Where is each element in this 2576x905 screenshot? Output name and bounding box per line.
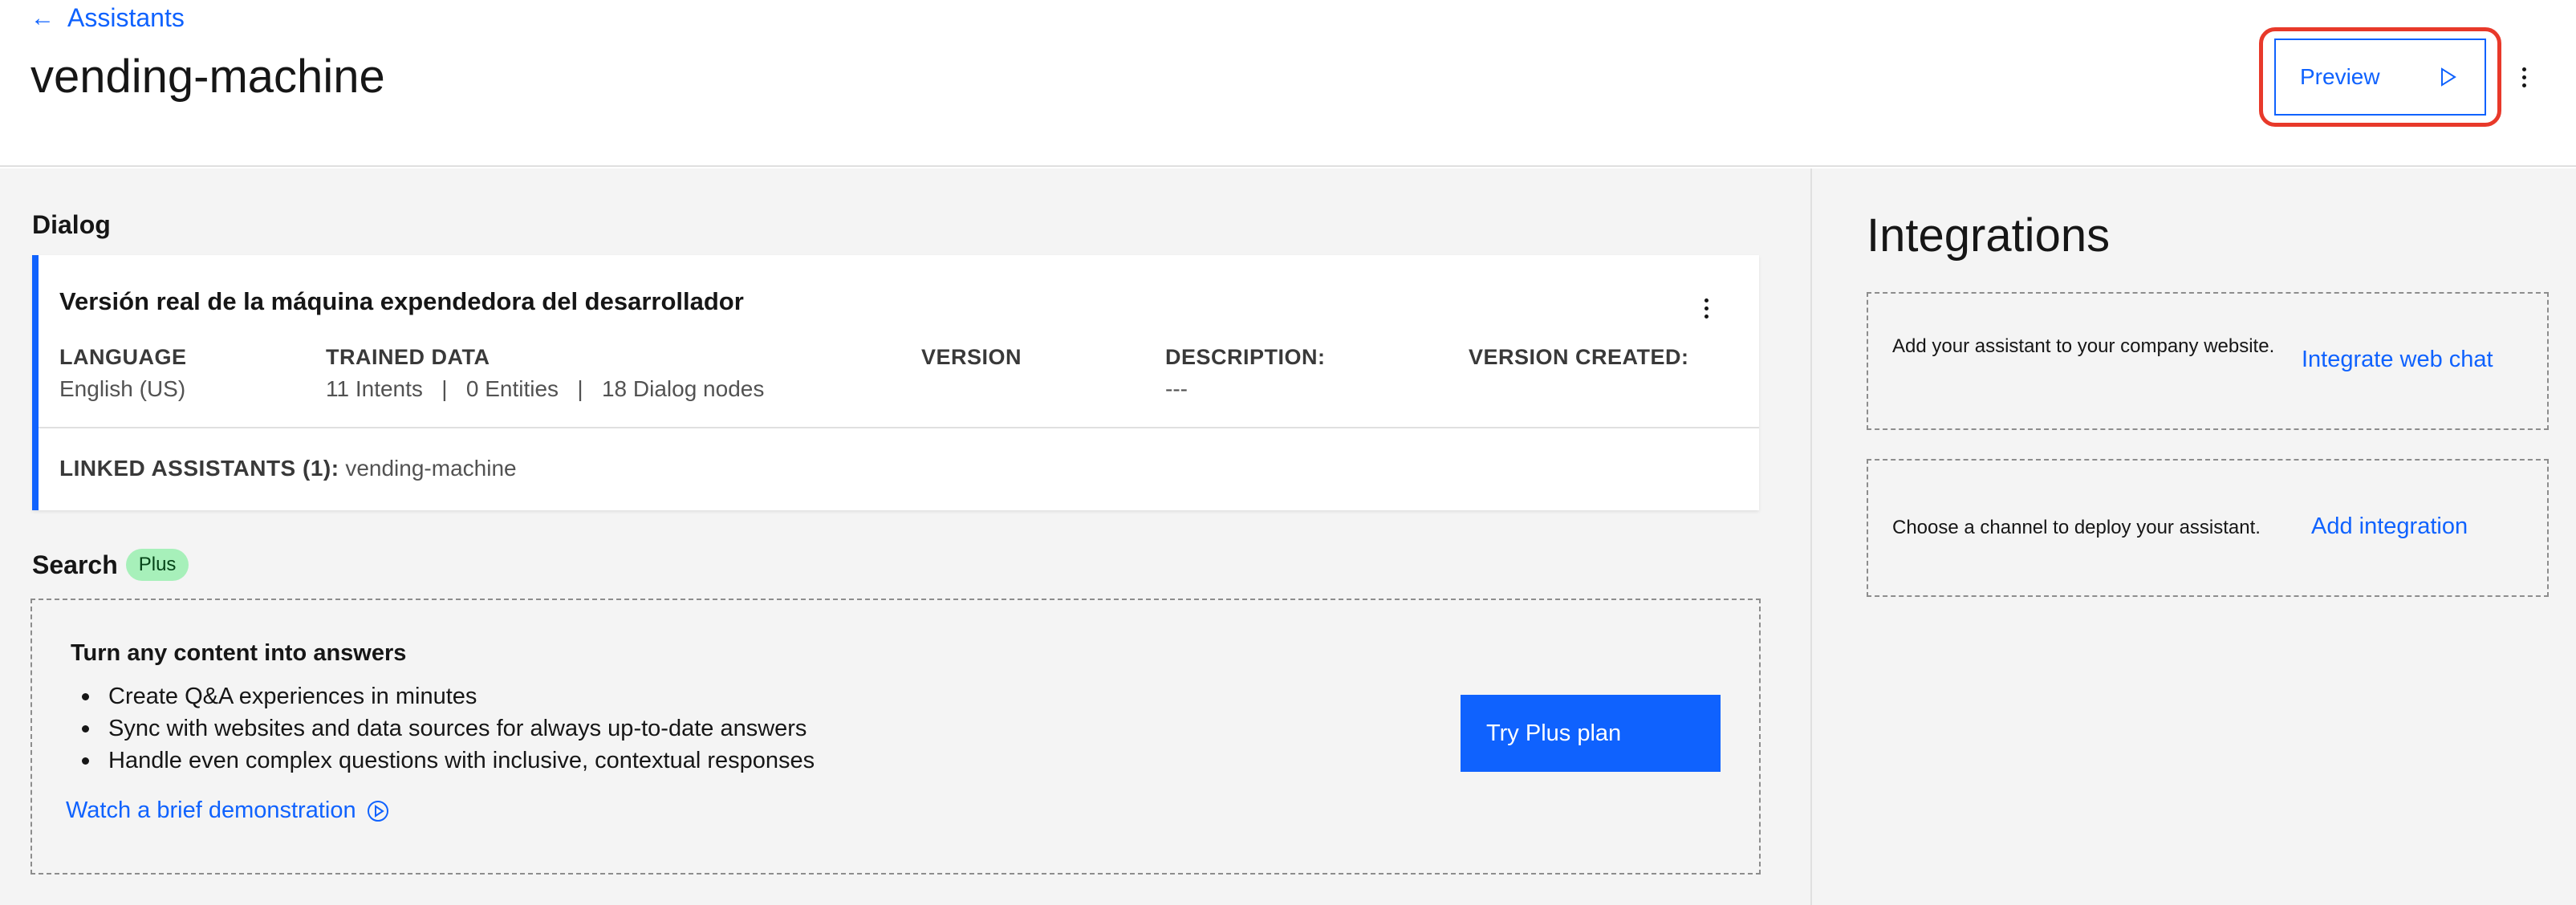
- trained-data-column: TRAINED DATA 11 Intents | 0 Entities | 1…: [326, 345, 764, 402]
- play-circle-icon: [367, 800, 388, 822]
- language-label: LANGUAGE: [59, 345, 187, 369]
- description-label: DESCRIPTION:: [1165, 345, 1326, 369]
- search-upsell-box: Turn any content into answers Create Q&A…: [30, 599, 1761, 875]
- preview-button-label: Preview: [2300, 64, 2380, 89]
- try-plus-plan-button[interactable]: Try Plus plan: [1461, 695, 1721, 772]
- language-value: English (US): [59, 376, 186, 401]
- linked-assistants: LINKED ASSISTANTS (1): vending-machine: [59, 456, 517, 481]
- list-item: Create Q&A experiences in minutes: [82, 680, 815, 712]
- main-content: Dialog Versión real de la máquina expend…: [0, 168, 1810, 905]
- page-header: ← Assistants vending-machine Preview: [0, 0, 2576, 167]
- dialog-card[interactable]: Versión real de la máquina expendedora d…: [32, 255, 1759, 510]
- plus-badge: Plus: [125, 549, 189, 581]
- arrow-left-icon: ←: [30, 4, 55, 31]
- search-benefits-list: Create Q&A experiences in minutes Sync w…: [82, 680, 815, 777]
- version-created-label: VERSION CREATED:: [1469, 345, 1689, 369]
- watch-demo-link[interactable]: Watch a brief demonstration: [66, 797, 390, 824]
- list-item: Sync with websites and data sources for …: [82, 712, 815, 745]
- back-to-assistants-link[interactable]: ← Assistants: [30, 3, 185, 33]
- back-link-label: Assistants: [67, 3, 185, 32]
- dialog-name: Versión real de la máquina expendedora d…: [59, 287, 744, 315]
- integrate-web-chat-link[interactable]: Integrate web chat: [2302, 347, 2493, 373]
- play-icon: [2441, 67, 2456, 87]
- description-column: DESCRIPTION: ---: [1165, 345, 1326, 402]
- search-section-header: Search Plus: [32, 549, 189, 581]
- overflow-menu-icon[interactable]: [1698, 292, 1714, 324]
- channel-description: Choose a channel to deploy your assistan…: [1892, 517, 2261, 538]
- channel-integration-card: Choose a channel to deploy your assistan…: [1867, 459, 2549, 597]
- search-headline: Turn any content into answers: [71, 640, 407, 666]
- web-chat-integration-card: Add your assistant to your company websi…: [1867, 292, 2549, 430]
- watch-demo-label: Watch a brief demonstration: [66, 797, 356, 823]
- web-chat-description: Add your assistant to your company websi…: [1892, 335, 2275, 357]
- overflow-menu-icon[interactable]: [2510, 59, 2537, 95]
- add-integration-link[interactable]: Add integration: [2311, 513, 2468, 540]
- version-column: VERSION: [921, 345, 1022, 376]
- search-section-title: Search: [32, 550, 118, 579]
- dialog-section-title: Dialog: [32, 210, 111, 239]
- list-item: Handle even complex questions with inclu…: [82, 745, 815, 777]
- description-value: ---: [1165, 376, 1188, 401]
- linked-assistants-label: LINKED ASSISTANTS (1):: [59, 456, 339, 481]
- version-label: VERSION: [921, 345, 1022, 369]
- trained-data-label: TRAINED DATA: [326, 345, 490, 369]
- integrations-panel: Integrations Add your assistant to your …: [1812, 168, 2576, 905]
- page-title: vending-machine: [30, 51, 385, 103]
- linked-assistants-value: vending-machine: [345, 456, 517, 481]
- language-column: LANGUAGE English (US): [59, 345, 187, 402]
- version-created-column: VERSION CREATED:: [1469, 345, 1689, 376]
- trained-data-value: 11 Intents | 0 Entities | 18 Dialog node…: [326, 376, 765, 401]
- preview-button[interactable]: Preview: [2274, 39, 2486, 116]
- integrations-title: Integrations: [1867, 209, 2111, 262]
- card-divider: [39, 427, 1759, 428]
